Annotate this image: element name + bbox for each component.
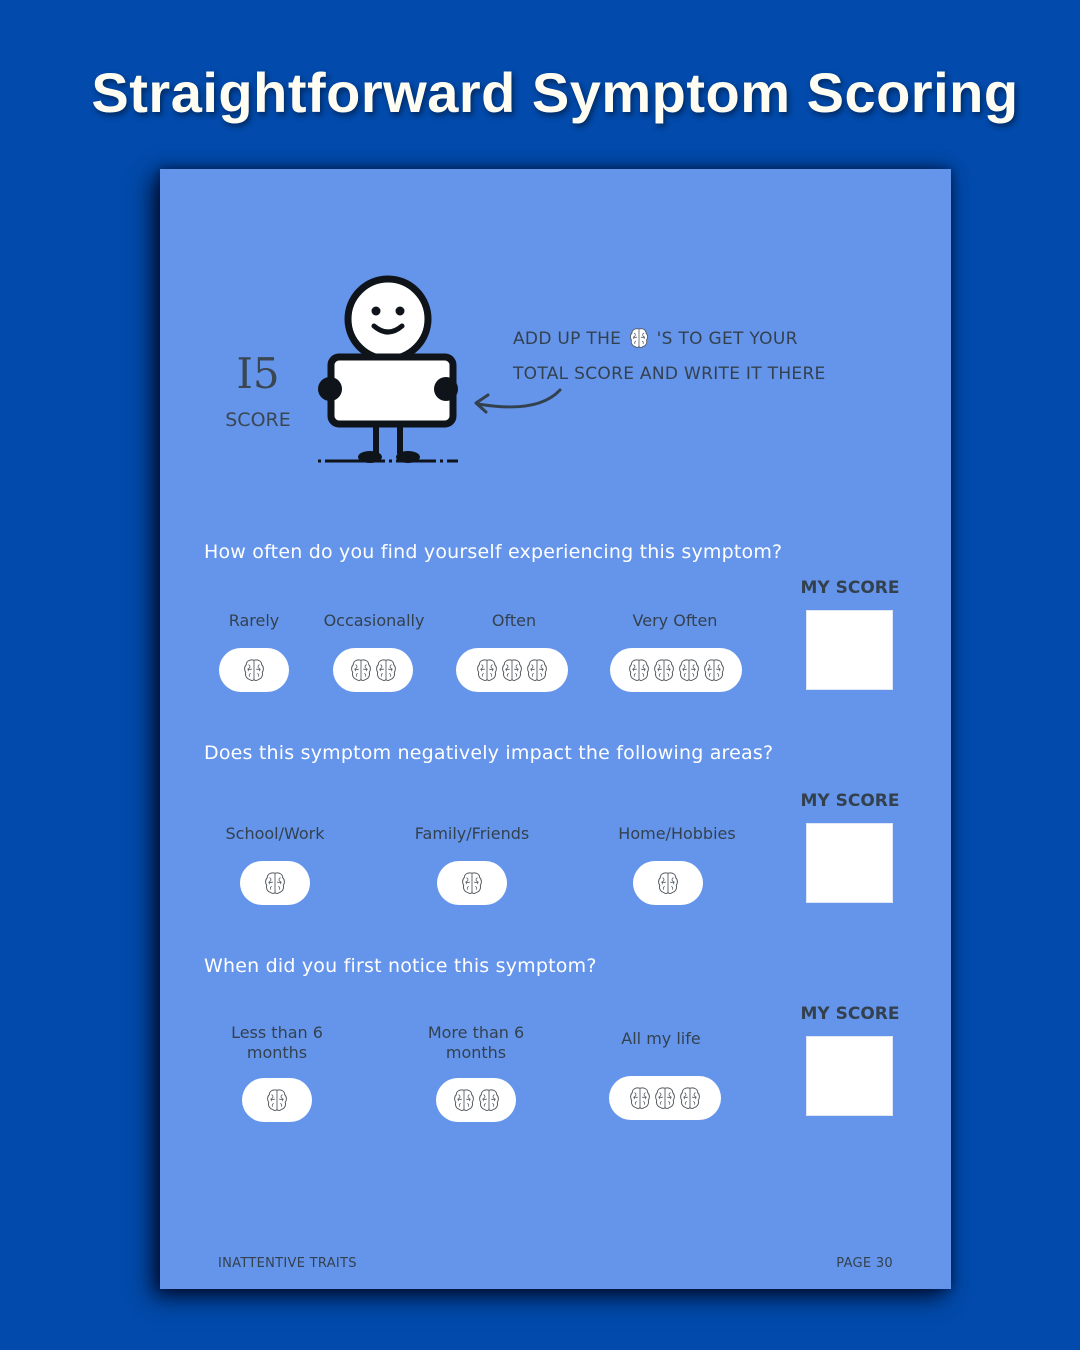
brain-icon [375,659,396,681]
option-pill-very-often[interactable] [610,648,742,692]
option-pill-occasionally[interactable] [333,648,413,692]
instruction-line1-after: 'S TO GET YOUR [656,329,798,349]
option-pill-family-friends[interactable] [437,861,507,905]
instruction-line2: TOTAL SCORE AND WRITE IT THERE [513,364,826,384]
option-label: All my life [621,1029,701,1048]
option-pill-less-than-6-months[interactable] [242,1078,312,1122]
brain-icon [630,1087,650,1109]
brain-icon [629,328,648,348]
my-score-label: MY SCORE [800,578,900,598]
brain-icon [527,659,547,681]
my-score-label: MY SCORE [800,1004,900,1024]
option-label-line2: months [445,1043,507,1062]
my-score-label: MY SCORE [800,791,900,811]
footer-section-name: INATTENTIVE TRAITS [218,1256,357,1271]
option-label: Often [491,611,537,630]
option-label: Home/Hobbies [618,824,736,843]
option-label: Less than 6 months [231,1023,323,1063]
option-pill-all-my-life[interactable] [609,1076,721,1120]
brain-icon [267,1089,287,1111]
my-score-box-frequency[interactable] [806,610,893,690]
example-score-label: SCORE [225,409,291,431]
brain-icon [265,872,285,894]
option-label: Family/Friends [414,824,530,843]
brain-icon [629,327,649,359]
brain-icon [658,872,678,894]
option-label: Very Often [632,611,718,630]
instruction-line1-before: ADD UP THE [513,329,622,349]
brain-icon [680,1087,700,1109]
option-label-line1: More than 6 [427,1023,525,1042]
smiley-mascot-icon [318,275,458,463]
brain-icon [478,1089,499,1111]
headline: Straightforward Symptom Scoring [91,61,1019,124]
question-impact: Does this symptom negatively impact the … [204,742,774,764]
example-score-value: I5 [236,349,280,398]
brain-icon [655,1087,675,1109]
instruction-text: ADD UP THE 'S TO GET YOUR TOTAL SCORE AN… [513,324,826,389]
option-label-line1: Less than 6 [231,1023,323,1042]
brain-icon [502,659,522,681]
option-label: Occasionally [323,611,425,630]
my-score-box-impact[interactable] [806,823,893,903]
brain-icon [678,659,699,681]
option-label: School/Work [225,824,325,843]
question-frequency: How often do you find yourself experienc… [204,541,783,563]
my-score-box-onset[interactable] [806,1036,893,1116]
question-onset: When did you first notice this symptom? [204,955,597,977]
option-pill-often[interactable] [456,648,568,692]
option-pill-rarely[interactable] [219,648,289,692]
brain-icon [244,659,264,681]
brain-icon [477,659,497,681]
option-pill-home-hobbies[interactable] [633,861,703,905]
option-pill-school-work[interactable] [240,861,310,905]
brain-icon [462,872,482,894]
brain-icon [453,1089,474,1111]
option-pill-more-than-6-months[interactable] [436,1078,516,1122]
brain-icon [350,659,371,681]
brain-icon [703,659,724,681]
curved-arrow-icon [474,388,562,414]
brain-icon [628,659,649,681]
option-label: More than 6 months [428,1023,524,1063]
footer-page-number: PAGE 30 [836,1256,893,1271]
option-label: Rarely [228,611,280,630]
option-label-line2: months [246,1043,308,1062]
brain-icon [653,659,674,681]
worksheet-page: I5 SCORE ADD UP THE 'S TO GET YOUR TOTAL… [160,169,951,1289]
